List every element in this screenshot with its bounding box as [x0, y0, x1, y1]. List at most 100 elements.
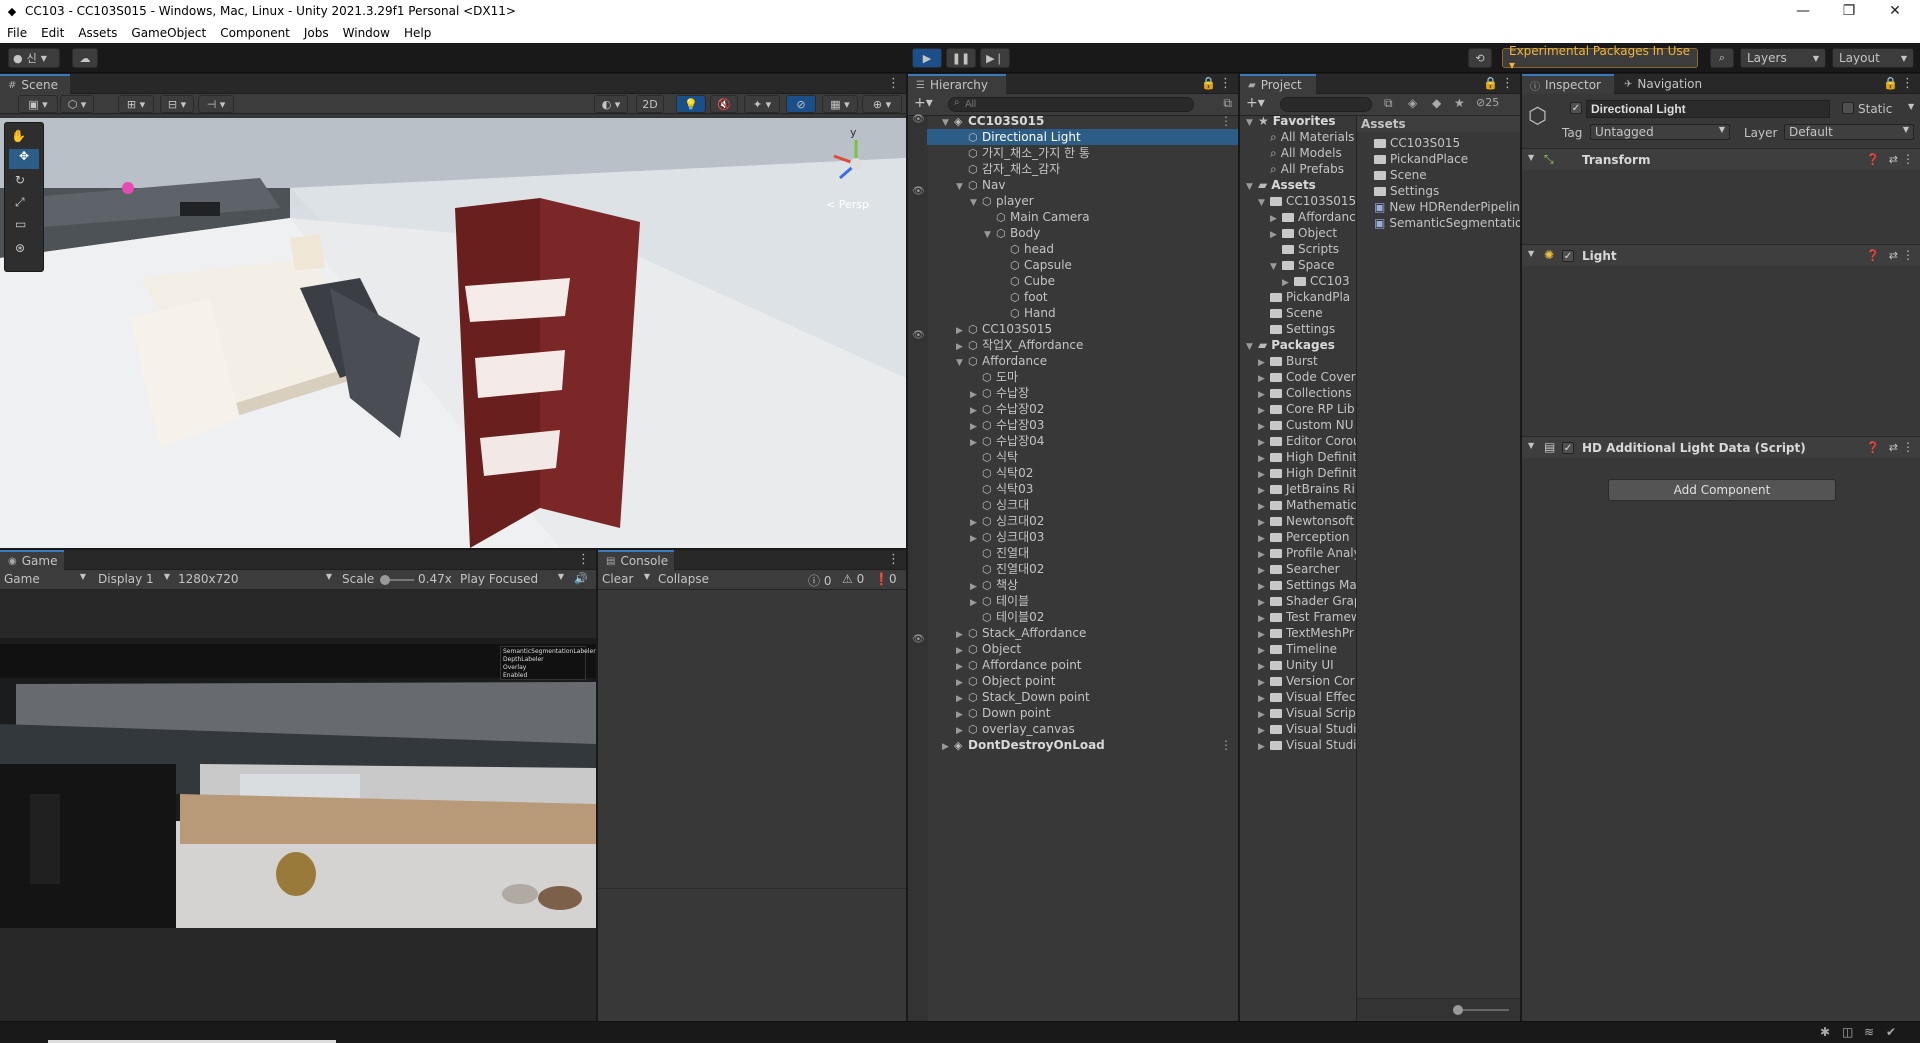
- lighting-toggle[interactable]: 💡: [676, 95, 706, 113]
- layout-dropdown[interactable]: Layout ▼: [1832, 48, 1914, 68]
- menu-gameobject[interactable]: GameObject: [124, 26, 213, 40]
- hierarchy-row[interactable]: ▶ ⬡ Affordance point: [956, 657, 1082, 673]
- hierarchy-row[interactable]: ⬡ 감자_채소_감자: [956, 161, 1060, 177]
- bug-icon[interactable]: ✱: [1820, 1025, 1830, 1039]
- tag-dropdown[interactable]: Untagged ▼: [1590, 124, 1730, 140]
- project-tree-item[interactable]: ▶ Searcher: [1258, 561, 1356, 577]
- menu-edit[interactable]: Edit: [34, 26, 71, 40]
- hierarchy-row[interactable]: ⬡ 식탁: [970, 449, 1018, 465]
- search-button[interactable]: ⌕: [1710, 48, 1734, 68]
- tag-icon[interactable]: ◆: [1432, 96, 1441, 110]
- draw-mode-dropdown[interactable]: ▣ ▾: [18, 95, 58, 113]
- hierarchy-row[interactable]: ▶ ⬡ Object point: [956, 673, 1056, 689]
- help-icon[interactable]: ❓: [1866, 441, 1880, 454]
- hierarchy-row[interactable]: ▼ ⬡ player: [970, 193, 1034, 209]
- transform-tool-icon[interactable]: ⊛: [15, 241, 25, 255]
- menu-jobs[interactable]: Jobs: [297, 26, 336, 40]
- fold-arrow-icon[interactable]: ▶: [1258, 371, 1270, 385]
- menu-help[interactable]: Help: [397, 26, 438, 40]
- fold-arrow-icon[interactable]: ▼: [956, 179, 968, 195]
- step-button[interactable]: ▶❘: [980, 48, 1010, 68]
- project-tree-item[interactable]: ▶ Editor Corou: [1258, 433, 1356, 449]
- project-tree-item[interactable]: Settings: [1258, 321, 1356, 337]
- more-options-icon[interactable]: ⋮: [887, 552, 900, 567]
- fold-arrow-icon[interactable]: ▶: [1258, 547, 1270, 561]
- orientation-gizmo[interactable]: y: [820, 126, 896, 192]
- minimize-button[interactable]: —: [1780, 0, 1826, 22]
- fold-arrow-icon[interactable]: ▶: [1258, 483, 1270, 497]
- more-options-icon[interactable]: ⋮: [1902, 440, 1914, 454]
- fold-arrow-icon[interactable]: ▼: [984, 227, 996, 243]
- hierarchy-row[interactable]: ⬡ 진열대: [970, 545, 1029, 561]
- add-icon[interactable]: +▾: [1246, 95, 1265, 111]
- collapse-toggle[interactable]: Collapse: [658, 572, 709, 586]
- warning-filter-toggle[interactable]: ⚠ 0: [842, 572, 872, 588]
- object-name-field[interactable]: [1586, 100, 1830, 118]
- project-tree-item[interactable]: ▶ Core RP Lib: [1258, 401, 1356, 417]
- more-options-icon[interactable]: ⋮: [1501, 76, 1514, 91]
- hierarchy-row[interactable]: ▶ ⬡ 싱크대03: [970, 529, 1044, 545]
- favorite-star-icon[interactable]: ★: [1454, 96, 1465, 110]
- hierarchy-row[interactable]: ▶ ⬡ Stack_Down point: [956, 689, 1090, 705]
- hierarchy-row[interactable]: ⬡ Main Camera: [984, 209, 1090, 225]
- render-mode-dropdown[interactable]: ⬡ ▾: [60, 95, 94, 113]
- rotate-tool-icon[interactable]: ↻: [15, 173, 25, 187]
- asset-item[interactable]: ▣ SemanticSegmentation: [1374, 215, 1520, 231]
- project-tree-item[interactable]: ▶ JetBrains Ri: [1258, 481, 1356, 497]
- play-focused-dropdown[interactable]: Play Focused ▼: [460, 572, 566, 588]
- project-section-header[interactable]: ▼ ▰ Packages: [1246, 337, 1356, 353]
- history-button[interactable]: ⟲: [1468, 48, 1492, 68]
- hierarchy-row[interactable]: ▼ ⬡ Nav: [956, 177, 1005, 193]
- play-button[interactable]: ▶: [912, 48, 942, 68]
- hierarchy-row[interactable]: ⬡ 식탁02: [970, 465, 1033, 481]
- toggle-2d-button[interactable]: 2D: [636, 95, 664, 113]
- fold-arrow-icon[interactable]: ▼: [1246, 115, 1258, 129]
- fold-arrow-icon[interactable]: ▶: [1258, 531, 1270, 545]
- presets-icon[interactable]: ⇄: [1889, 441, 1898, 454]
- hierarchy-row[interactable]: ▶ ⬡ overlay_canvas: [956, 721, 1075, 737]
- hd-light-data-header[interactable]: ▼ ▤ ✓ HD Additional Light Data (Script) …: [1522, 436, 1920, 458]
- asset-item[interactable]: PickandPlace: [1374, 151, 1520, 167]
- hierarchy-row[interactable]: ⬡ 테이블02: [970, 609, 1044, 625]
- hierarchy-row[interactable]: ⬡ Capsule: [998, 257, 1072, 273]
- fold-arrow-icon[interactable]: ▶: [1258, 707, 1270, 721]
- eye-icon[interactable]: 👁: [912, 186, 925, 197]
- zoom-slider[interactable]: [1453, 1005, 1509, 1015]
- effects-dropdown[interactable]: ✦ ▾: [744, 95, 780, 113]
- hierarchy-row[interactable]: ▶ ⬡ 수납장02: [970, 401, 1044, 417]
- more-options-icon[interactable]: ⋮: [1219, 76, 1232, 91]
- asset-item[interactable]: CC103S015: [1374, 135, 1520, 151]
- layer-dropdown[interactable]: Default ▼: [1784, 124, 1914, 140]
- menu-file[interactable]: File: [0, 26, 34, 40]
- project-tree-item[interactable]: ▶ Code Cover: [1258, 369, 1356, 385]
- fold-arrow-icon[interactable]: ▶: [1258, 515, 1270, 529]
- presets-icon[interactable]: ⇄: [1889, 249, 1898, 262]
- scene-row[interactable]: ▶ ◈ DontDestroyOnLoad ⋮: [942, 737, 1232, 753]
- hidden-packages-toggle[interactable]: ⊘25: [1476, 96, 1499, 109]
- more-options-icon[interactable]: ⋮: [577, 552, 590, 567]
- speaker-icon[interactable]: 🔊: [574, 572, 588, 585]
- shading-mode-dropdown[interactable]: ◐ ▾: [594, 95, 628, 113]
- resolution-dropdown[interactable]: 1280x720 ▼: [178, 572, 334, 588]
- fold-arrow-icon[interactable]: ▶: [1258, 739, 1270, 753]
- layers-stack-icon[interactable]: ≋: [1864, 1025, 1874, 1039]
- fold-arrow-icon[interactable]: ▼: [1246, 179, 1258, 193]
- light-header[interactable]: ▼ ✺ ✓ Light ❓ ⇄ ⋮: [1522, 244, 1920, 266]
- hand-tool-icon[interactable]: ✋: [11, 129, 26, 143]
- fold-arrow-icon[interactable]: ▶: [1258, 499, 1270, 513]
- fold-arrow-icon[interactable]: ▶: [1258, 723, 1270, 737]
- fold-arrow-icon[interactable]: ▶: [1258, 435, 1270, 449]
- add-component-button[interactable]: Add Component: [1608, 479, 1836, 501]
- fold-arrow-icon[interactable]: ▶: [1258, 563, 1270, 577]
- project-tree-item[interactable]: ▶ CC103: [1282, 273, 1356, 289]
- fold-arrow-icon[interactable]: ▶: [1258, 579, 1270, 593]
- lock-icon[interactable]: 🔒: [1483, 76, 1498, 90]
- asset-item[interactable]: Settings: [1374, 183, 1520, 199]
- add-icon[interactable]: +▾: [914, 95, 933, 111]
- cloud-button[interactable]: ☁: [72, 48, 98, 68]
- align-dropdown[interactable]: ⊣ ▾: [198, 95, 234, 113]
- project-search-input[interactable]: [1280, 97, 1372, 112]
- fold-arrow-icon[interactable]: ▼: [1270, 259, 1282, 273]
- project-tree-item[interactable]: ▶ Visual Scrip: [1258, 705, 1356, 721]
- fold-arrow-icon[interactable]: ▶: [1258, 643, 1270, 657]
